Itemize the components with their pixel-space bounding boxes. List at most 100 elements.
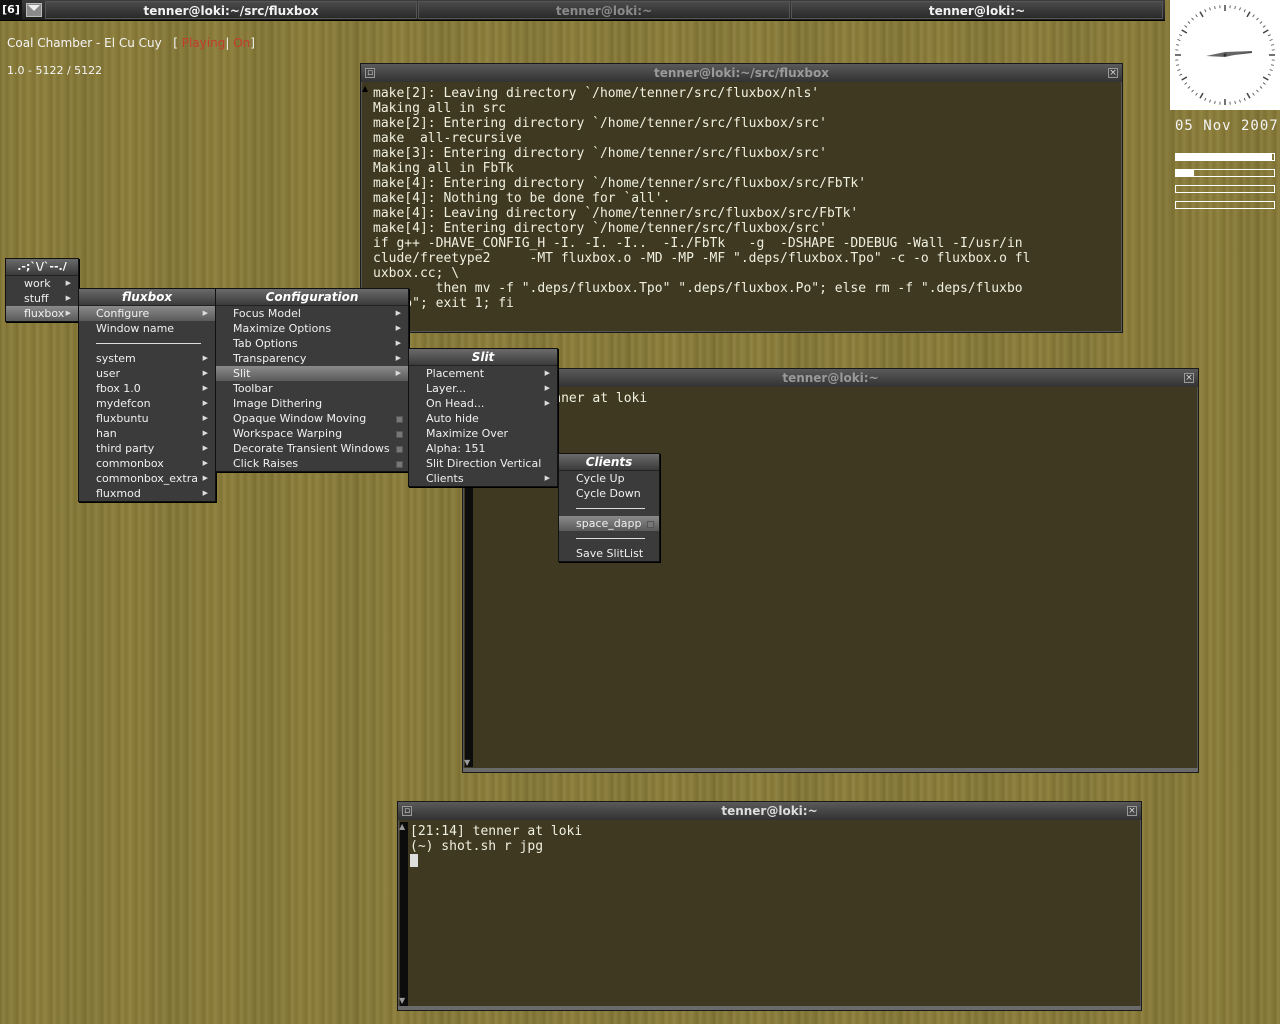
iconify-icon[interactable]: ▫ [365,68,375,78]
play-status[interactable]: Playing [182,36,226,50]
submenu-arrow-icon: ▶ [202,309,208,317]
menu-item-tab-options[interactable]: Tab Options ▶ [216,336,408,351]
menu-item-on-head[interactable]: On Head... ▶ [409,396,557,411]
menu-item-label: Maximize Over [426,427,509,440]
iconify-icon[interactable]: ▫ [402,806,412,816]
menu-item-space-dapp[interactable]: space_dapp [559,516,659,531]
menu-item-maximize-options[interactable]: Maximize Options ▶ [216,321,408,336]
menu-item-commonbox[interactable]: commonbox ▶ [79,456,215,471]
repeat-mode[interactable]: On [233,36,250,50]
terminal-line: clude/freetype2 -MT fluxbox.o -MD -MP -M… [373,251,1031,266]
menu-item-user[interactable]: user ▶ [79,366,215,381]
scroll-up-icon[interactable]: ▲ [362,84,368,93]
terminal-line: (~) shot.sh r jpg [410,839,544,854]
terminal-window-middle[interactable]: tenner@loki:~ ▫ × ▼ [21:14] tenner at lo… [462,368,1199,773]
menu-item-clients[interactable]: Clients ▶ [409,471,557,486]
menu-item-label: Clients [426,472,464,485]
submenu-arrow-icon: ▶ [544,399,550,407]
menu-item-decorate-transient-windows[interactable]: Decorate Transient Windows [216,441,408,456]
terminal-output[interactable]: [21:14] tenner at loki [475,391,1194,406]
close-icon[interactable]: × [1127,806,1137,816]
window-title[interactable]: tenner@loki:~ [463,369,1198,387]
task-bottom[interactable]: tenner@loki:~ [791,1,1163,19]
menu-item-maximize-over[interactable]: Maximize Over [409,426,557,441]
submenu-arrow-icon: ▶ [202,369,208,377]
toggle-indicator-icon[interactable] [396,431,403,438]
scroll-down-icon[interactable]: ▼ [399,996,405,1005]
menu-item-work[interactable]: work ▶ [6,276,78,291]
menu-item-label: user [96,367,120,380]
menu-item-slit[interactable]: Slit ▶ [216,366,408,381]
mail-icon[interactable] [26,3,42,17]
toggle-indicator-icon[interactable] [647,521,654,528]
clock-tick [1195,14,1198,18]
menu-item-mydefcon[interactable]: mydefcon ▶ [79,396,215,411]
menu-item-click-raises[interactable]: Click Raises [216,456,408,471]
menu-item-alpha-151[interactable]: Alpha: 151 [409,441,557,456]
clock-tick [1269,69,1273,71]
menu-item-placement[interactable]: Placement ▶ [409,366,557,381]
menu-item-commonbox-extra[interactable]: commonbox_extra ▶ [79,471,215,486]
toggle-indicator-icon[interactable] [396,461,403,468]
menu-item-focus-model[interactable]: Focus Model ▶ [216,306,408,321]
menu-item-layer[interactable]: Layer... ▶ [409,381,557,396]
clock-tick [1262,76,1269,81]
toggle-indicator-icon[interactable] [396,416,403,423]
menu-item-workspace-warping[interactable]: Workspace Warping [216,426,408,441]
window-handle[interactable] [463,768,1198,772]
menu-item-fluxmod[interactable]: fluxmod ▶ [79,486,215,501]
scrollbar[interactable] [400,822,408,1006]
menu-item-system[interactable]: system ▶ [79,351,215,366]
task-middle[interactable]: tenner@loki:~ [418,1,790,19]
menu-item-han[interactable]: han ▶ [79,426,215,441]
menu-item-fbox-1-0[interactable]: fbox 1.0 ▶ [79,381,215,396]
terminal-line: make[4]: Nothing to be done for `all'. [373,191,671,206]
menu-item-third-party[interactable]: third party ▶ [79,441,215,456]
clock-tick [1214,100,1216,104]
window-title[interactable]: tenner@loki:~ [398,802,1141,820]
terminal-line: Making all in src [373,101,507,116]
menu-item-label: work [24,277,51,290]
menu-item-transparency[interactable]: Transparency ▶ [216,351,408,366]
menu-item-configure[interactable]: Configure ▶ [79,306,215,321]
submenu-arrow-icon: ▶ [395,354,401,362]
menu-item-cycle-down[interactable]: Cycle Down [559,486,659,501]
clock-tick [1209,99,1211,103]
close-icon[interactable]: × [1108,68,1118,78]
terminal-window-build[interactable]: tenner@loki:~/src/fluxbox ▫ × ▲ make[2]:… [360,63,1123,333]
menu-item-fluxbox[interactable]: fluxbox ▶ [6,306,78,321]
menu-item-auto-hide[interactable]: Auto hide [409,411,557,426]
terminal-output[interactable]: make[2]: Leaving directory `/home/tenner… [373,86,1118,311]
clock-tick [1176,44,1180,46]
menu-item-toolbar[interactable]: Toolbar [216,381,408,396]
clock-date: 05 Nov 2007 [1175,118,1279,134]
close-icon[interactable]: × [1184,373,1194,383]
clock-tick [1177,69,1181,71]
menu-item-label: Opaque Window Moving [233,412,367,425]
menu-item-save-slitlist[interactable]: Save SlitList [559,546,659,561]
menu-item-image-dithering[interactable]: Image Dithering [216,396,408,411]
menu-item-cycle-up[interactable]: Cycle Up [559,471,659,486]
terminal-output[interactable]: [21:14] tenner at loki (~) shot.sh r jpg [410,824,1137,854]
toggle-indicator-icon[interactable] [396,446,403,453]
menu-item-opaque-window-moving[interactable]: Opaque Window Moving [216,411,408,426]
window-title[interactable]: tenner@loki:~/src/fluxbox [361,64,1122,82]
terminal-window-bottom[interactable]: tenner@loki:~ ▫ × ▲ ▼ [21:14] tenner at … [397,801,1142,1011]
clock-tick [1252,14,1255,18]
window-handle[interactable] [398,1006,1141,1010]
menu-item-slit-direction-vertical[interactable]: Slit Direction Vertical [409,456,557,471]
menu-item-label: third party [96,442,155,455]
task-build[interactable]: tenner@loki:~/src/fluxbox [45,1,417,19]
scroll-down-icon[interactable]: ▼ [464,758,470,767]
menu-item-fluxbuntu[interactable]: fluxbuntu ▶ [79,411,215,426]
menu-item-label: commonbox_extra [96,472,198,485]
workspace-indicator[interactable]: [6] [0,0,22,20]
scroll-up-icon[interactable]: ▲ [399,822,405,831]
track-time: 1.0 - 5122 / 5122 [7,64,103,77]
clock-tick [1191,89,1194,93]
submenu-arrow-icon: ▶ [202,384,208,392]
menu-item-stuff[interactable]: stuff ▶ [6,291,78,306]
menu-item-window-name[interactable]: Window name [79,321,215,336]
submenu-arrow-icon: ▶ [544,474,550,482]
submenu-arrow-icon: ▶ [202,444,208,452]
